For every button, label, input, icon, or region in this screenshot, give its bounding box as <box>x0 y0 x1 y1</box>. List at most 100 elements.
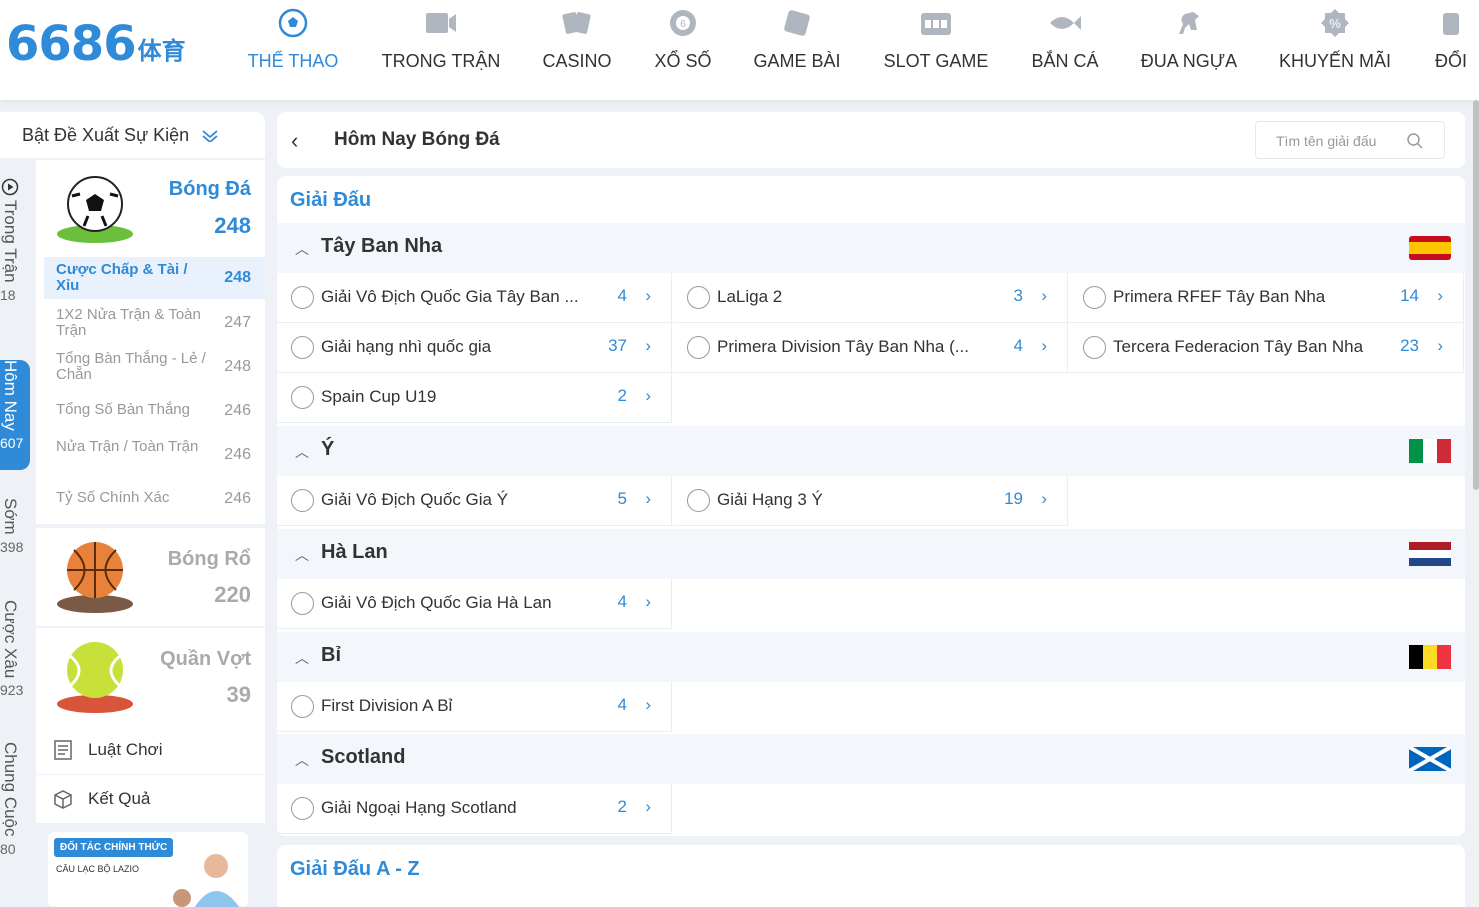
league-count: 2 <box>617 797 627 816</box>
league-select-radio[interactable] <box>687 336 710 359</box>
nav-item-10[interactable]: ĐỔI <box>1430 0 1472 100</box>
market-count: 248 <box>224 269 251 286</box>
country-header[interactable]: ︿ Hà Lan <box>277 529 1465 579</box>
recommend-toggle[interactable]: Bật Đề Xuất Sự Kiện <box>0 112 265 158</box>
league-select-radio[interactable] <box>291 336 314 359</box>
league-select-radio[interactable] <box>687 286 710 309</box>
market-item-5[interactable]: Nửa Trận / Toàn Trận 246 <box>44 434 265 476</box>
page-scrollbar[interactable] <box>1473 100 1479 907</box>
country-name: Ý <box>321 438 335 460</box>
scrollbar-thumb[interactable] <box>1473 100 1479 490</box>
cards-icon <box>560 6 594 40</box>
sport-2[interactable]: Bóng Rổ 220 <box>36 528 265 626</box>
svg-text:6: 6 <box>680 19 686 30</box>
nav-item-7[interactable]: BẮN CÁ <box>1030 0 1100 100</box>
market-item-3[interactable]: Tổng Bàn Thắng - Lẻ / Chẵn 248 <box>44 346 265 388</box>
chevron-up-icon: ︿ <box>295 752 309 768</box>
league-count: 4 <box>1013 336 1023 355</box>
chevron-right-icon: › <box>645 592 651 611</box>
sport-name: Bóng Rổ <box>167 548 251 570</box>
market-item-2[interactable]: 1X2 Nửa Trận & Toàn Trận 247 <box>44 302 265 344</box>
country-header[interactable]: ︿ Scotland <box>277 734 1465 784</box>
league-select-radio[interactable] <box>1083 336 1106 359</box>
league-item[interactable]: Giải Hạng 3 Ý 19 › <box>673 476 1068 526</box>
league-item[interactable]: First Division A Bỉ 4 › <box>277 682 672 732</box>
market-item-4[interactable]: Tổng Số Bàn Thắng 246 <box>44 390 265 432</box>
league-item[interactable]: Spain Cup U19 2 › <box>277 373 672 423</box>
league-item[interactable]: Giải Vô Địch Quốc Gia Tây Ban ... 4 › <box>277 273 672 323</box>
sport-count: 39 <box>226 682 251 707</box>
market-label: Tổng Số Bàn Thắng <box>56 401 190 418</box>
nav-item-2[interactable]: TRONG TRẬN <box>380 0 502 100</box>
league-item[interactable]: Giải Vô Địch Quốc Gia Ý 5 › <box>277 476 672 526</box>
country-name: Scotland <box>321 746 406 768</box>
sport-count: 248 <box>214 213 251 238</box>
league-count: 3 <box>1013 286 1023 305</box>
league-item[interactable]: LaLiga 2 3 › <box>673 273 1068 323</box>
country-name: Tây Ban Nha <box>321 235 443 257</box>
league-item[interactable]: Giải hạng nhì quốc gia 37 › <box>277 323 672 373</box>
chevron-right-icon: › <box>1041 286 1047 305</box>
sidebar-link-2[interactable]: Kết Quả <box>36 775 265 823</box>
nav-item-5[interactable]: GAME BÀI <box>752 0 842 100</box>
nav-item-9[interactable]: % KHUYẾN MÃI <box>1278 0 1392 100</box>
league-item[interactable]: Primera Division Tây Ban Nha (... 4 › <box>673 323 1068 373</box>
site-logo[interactable]: 6686 体育 <box>6 16 186 72</box>
league-select-radio[interactable] <box>1083 286 1106 309</box>
league-item[interactable]: Giải Ngoại Hạng Scotland 2 › <box>277 784 672 834</box>
chevron-right-icon: › <box>645 695 651 714</box>
nav-label: ĐỔI <box>1434 51 1467 71</box>
league-select-radio[interactable] <box>291 797 314 820</box>
nav-label: THỂ THAO <box>247 51 339 71</box>
league-item[interactable]: Giải Vô Địch Quốc Gia Hà Lan 4 › <box>277 579 672 629</box>
league-list-panel: Giải Đấu ︿ Tây Ban Nha Giải Vô Địch Quốc G… <box>277 176 1465 836</box>
nav-item-6[interactable]: SLOT GAME <box>882 0 990 100</box>
league-select-radio[interactable] <box>687 489 710 512</box>
sport-name: Bóng Đá <box>168 178 251 200</box>
nav-item-4[interactable]: 6 XỔ SỐ <box>652 0 714 100</box>
league-select-radio[interactable] <box>291 695 314 718</box>
sidebar-link-label: Kết Quả <box>88 789 151 808</box>
horse-icon <box>1172 6 1206 40</box>
spain-flag-icon <box>1409 236 1451 260</box>
logo-suffix: 体育 <box>137 37 186 65</box>
fish-icon <box>1048 6 1082 40</box>
country-header[interactable]: ︿ Bỉ <box>277 632 1465 682</box>
nav-item-8[interactable]: ĐUA NGỰA <box>1140 0 1238 100</box>
country-header[interactable]: ︿ Tây Ban Nha <box>277 223 1465 273</box>
section-title: Giải Đấu <box>290 189 372 211</box>
chevron-up-icon: ︿ <box>295 650 309 666</box>
partner-banner[interactable]: ĐỐI TÁC CHÍNH THỨC CÂU LẠC BỘ LAZIO <box>48 832 248 907</box>
search-icon <box>1407 133 1423 149</box>
league-item[interactable]: Tercera Federacion Tây Ban Nha 23 › <box>1069 323 1464 373</box>
sport-3[interactable]: Quần Vợt 39 <box>36 628 265 726</box>
basketball-icon <box>54 534 136 616</box>
sidebar-link-1[interactable]: Luật Chơi <box>36 726 265 774</box>
league-select-radio[interactable] <box>291 286 314 309</box>
search-placeholder: Tìm tên giải đấu <box>1276 133 1377 149</box>
nav-item-1[interactable]: THỂ THAO <box>245 0 341 100</box>
market-item-6[interactable]: Tỷ Số Chính Xác 246 <box>44 478 265 520</box>
az-section-title: Giải Đấu A - Z <box>290 858 420 880</box>
league-name: First Division A Bỉ <box>321 696 453 715</box>
country-header[interactable]: ︿ Ý <box>277 426 1465 476</box>
sport-1[interactable]: Bóng Đá 248 <box>36 160 265 256</box>
page-title: Hôm Nay Bóng Đá <box>334 129 500 150</box>
market-item-1[interactable]: Cược Chấp & Tài / Xỉu 248 <box>44 257 265 299</box>
live-video-icon <box>424 6 458 40</box>
nav-item-3[interactable]: CASINO <box>540 0 614 100</box>
league-name: Spain Cup U19 <box>321 387 437 406</box>
promo-icon: % <box>1318 6 1352 40</box>
league-select-radio[interactable] <box>291 489 314 512</box>
market-count: 246 <box>224 402 251 419</box>
nav-label: GAME BÀI <box>753 51 841 71</box>
league-select-radio[interactable] <box>291 386 314 409</box>
league-item[interactable]: Primera RFEF Tây Ban Nha 14 › <box>1069 273 1464 323</box>
chevron-right-icon: › <box>645 336 651 355</box>
league-search-input[interactable]: Tìm tên giải đấu <box>1255 121 1445 159</box>
league-select-radio[interactable] <box>291 592 314 615</box>
market-count: 246 <box>224 490 251 507</box>
lottery-ball-icon: 6 <box>666 6 700 40</box>
svg-text:%: % <box>1329 16 1341 31</box>
back-arrow-icon[interactable]: ‹ <box>291 128 298 154</box>
